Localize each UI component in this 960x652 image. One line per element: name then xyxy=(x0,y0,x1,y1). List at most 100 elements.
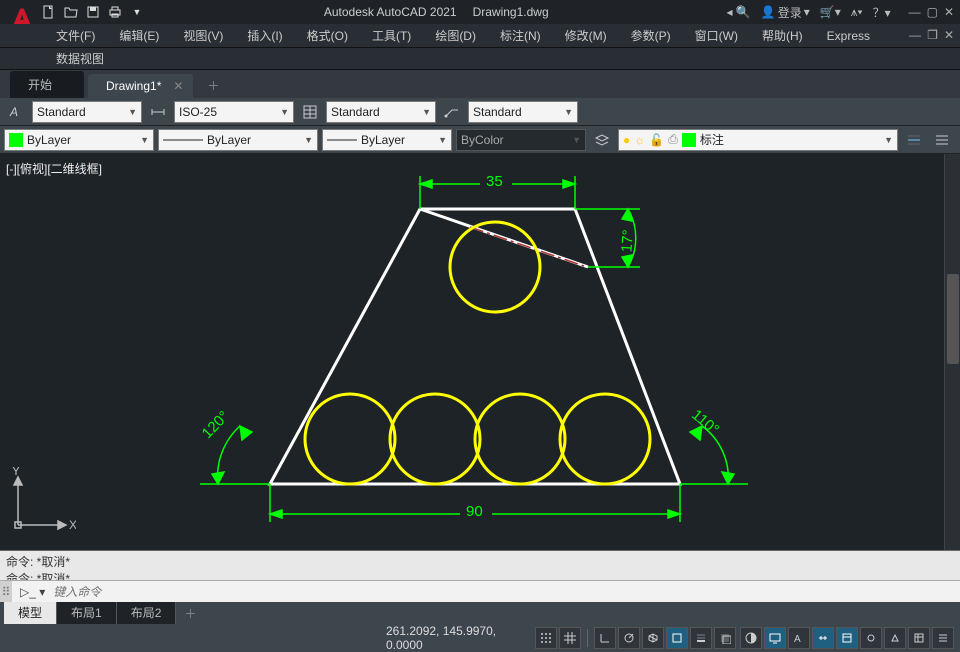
menu-insert[interactable]: 插入(I) xyxy=(235,24,294,48)
save-icon[interactable] xyxy=(84,3,102,21)
layer-manager-icon[interactable] xyxy=(590,129,614,151)
units-button[interactable] xyxy=(812,627,834,649)
grid-display-button[interactable] xyxy=(559,627,581,649)
new-tab-button[interactable]: ＋ xyxy=(197,73,229,98)
maximize-button[interactable]: ▢ xyxy=(927,5,938,19)
annotation-scale-button[interactable]: A xyxy=(788,627,810,649)
menu-window[interactable]: 窗口(W) xyxy=(683,24,750,48)
document-tabs: 开始 Drawing1* ✕ ＋ xyxy=(0,70,960,98)
mdi-minimize[interactable]: — xyxy=(909,28,921,42)
search-icon[interactable]: ◂ 🔍 xyxy=(726,5,750,19)
layer-color-swatch-icon xyxy=(682,133,696,147)
close-icon[interactable]: ✕ xyxy=(173,79,183,93)
layer-match-icon[interactable] xyxy=(930,129,954,151)
new-icon[interactable] xyxy=(40,3,58,21)
layer-name-value: 标注 xyxy=(700,131,724,148)
scrollbar-vertical[interactable] xyxy=(944,154,960,550)
login-button[interactable]: 👤 登录 ▾ xyxy=(761,4,810,21)
layer-print-icon: ⎙ xyxy=(668,132,678,147)
command-window: 命令: *取消* 命令: *取消* ⠿ ▷_ ▾ xyxy=(0,550,960,602)
print-icon[interactable] xyxy=(106,3,124,21)
layer-dropdown[interactable]: ● ☼ 🔓 ⎙ 标注▼ xyxy=(618,129,898,151)
drawing-canvas[interactable]: [-][俯视][二维线框] 35 xyxy=(0,154,960,550)
textstyle-value: Standard xyxy=(37,105,86,119)
menu-param[interactable]: 参数(P) xyxy=(619,24,683,48)
tab-drawing1[interactable]: Drawing1* ✕ xyxy=(88,74,193,98)
layer-iso-icon[interactable] xyxy=(902,129,926,151)
polar-button[interactable] xyxy=(618,627,640,649)
mdi-close[interactable]: ✕ xyxy=(944,28,954,42)
command-input[interactable] xyxy=(53,585,960,599)
menu-draw[interactable]: 绘图(D) xyxy=(423,24,488,48)
dim-leftangle-text: 120° xyxy=(199,408,233,442)
close-button[interactable]: ✕ xyxy=(944,5,954,19)
snap-grid-button[interactable] xyxy=(535,627,557,649)
textstyle-dropdown[interactable]: Standard▼ xyxy=(32,101,142,123)
linetype-value: ByLayer xyxy=(207,133,251,147)
tab-start[interactable]: 开始 xyxy=(10,71,84,98)
layout-1[interactable]: 布局1 xyxy=(57,602,117,624)
properties-toolbar: ByLayer▼ ByLayer▼ ByLayer▼ ByColor▼ ● ☼ … xyxy=(0,126,960,154)
plotstyle-dropdown[interactable]: ByColor▼ xyxy=(456,129,586,151)
command-history: 命令: *取消* 命令: *取消* xyxy=(0,551,960,580)
mdi-restore[interactable]: ❐ xyxy=(927,28,938,42)
minimize-button[interactable]: — xyxy=(909,5,921,19)
open-icon[interactable] xyxy=(62,3,80,21)
lineweight-dropdown[interactable]: ByLayer▼ xyxy=(322,129,452,151)
ucs-y-label: Y xyxy=(12,467,20,478)
color-value: ByLayer xyxy=(27,133,71,147)
menu-file[interactable]: 文件(F) xyxy=(44,24,107,48)
layer-bulb-icon: ● xyxy=(623,133,630,147)
isodraft-button[interactable] xyxy=(642,627,664,649)
menu-express[interactable]: Express xyxy=(815,24,882,48)
menu-view[interactable]: 视图(V) xyxy=(171,24,235,48)
share-icon[interactable]: ⩚▾ xyxy=(851,5,863,20)
title-right-tools: ◂ 🔍 👤 登录 ▾ 🛒▾ ⩚▾ ？▾ — ▢ ✕ xyxy=(726,4,954,21)
coordinates-readout: 261.2092, 145.9970, 0.0000 xyxy=(386,624,531,652)
layout-model[interactable]: 模型 xyxy=(4,602,57,624)
qat-chevron-icon[interactable]: ▼ xyxy=(128,3,146,21)
tablestyle-dropdown[interactable]: Standard▼ xyxy=(326,101,436,123)
command-grip-icon[interactable]: ⠿ xyxy=(0,581,12,602)
dimstyle-dropdown[interactable]: ISO-25▼ xyxy=(174,101,294,123)
cart-icon[interactable]: 🛒▾ xyxy=(820,5,841,19)
tab-label: Drawing1* xyxy=(106,79,161,93)
menu-dataview[interactable]: 数据视图 xyxy=(44,50,116,67)
menu-dimension[interactable]: 标注(N) xyxy=(488,24,553,48)
menu-tools[interactable]: 工具(T) xyxy=(360,24,423,48)
mlstyle-icon[interactable] xyxy=(440,101,464,123)
help-icon[interactable]: ？▾ xyxy=(873,4,891,21)
annotation-monitor-button[interactable] xyxy=(764,627,786,649)
menu-help[interactable]: 帮助(H) xyxy=(750,24,815,48)
quick-properties-button[interactable] xyxy=(836,627,858,649)
textstyle-icon[interactable]: A xyxy=(4,101,28,123)
dimstyle-icon[interactable] xyxy=(146,101,170,123)
menu-modify[interactable]: 修改(M) xyxy=(553,24,619,48)
scrollbar-thumb[interactable] xyxy=(947,274,959,364)
customize-button[interactable] xyxy=(932,627,954,649)
dim-diag-text: 17° xyxy=(618,229,637,253)
tablestyle-icon[interactable] xyxy=(298,101,322,123)
linetype-dropdown[interactable]: ByLayer▼ xyxy=(158,129,318,151)
file-name: Drawing1.dwg xyxy=(473,5,549,19)
lineweight-preview-icon xyxy=(327,135,357,145)
command-prompt-icon[interactable]: ▷_ ▾ xyxy=(12,585,53,599)
transparency-button[interactable] xyxy=(714,627,736,649)
dim-top-text: 35 xyxy=(486,173,503,190)
tablestyle-value: Standard xyxy=(331,105,380,119)
layout-add-button[interactable]: ＋ xyxy=(176,605,204,622)
menu-format[interactable]: 格式(O) xyxy=(295,24,360,48)
status-right-group: A xyxy=(740,627,954,649)
mlstyle-dropdown[interactable]: Standard▼ xyxy=(468,101,578,123)
hardware-accel-button[interactable] xyxy=(884,627,906,649)
layout-tabs: 模型 布局1 布局2 ＋ xyxy=(0,602,960,624)
workspace-button[interactable] xyxy=(740,627,762,649)
isolate-objects-button[interactable] xyxy=(860,627,882,649)
osnap-button[interactable] xyxy=(666,627,688,649)
layout-2[interactable]: 布局2 xyxy=(117,602,177,624)
ortho-button[interactable] xyxy=(594,627,616,649)
menu-edit[interactable]: 编辑(E) xyxy=(107,24,171,48)
clean-screen-button[interactable] xyxy=(908,627,930,649)
lineweight-display-button[interactable] xyxy=(690,627,712,649)
color-dropdown[interactable]: ByLayer▼ xyxy=(4,129,154,151)
